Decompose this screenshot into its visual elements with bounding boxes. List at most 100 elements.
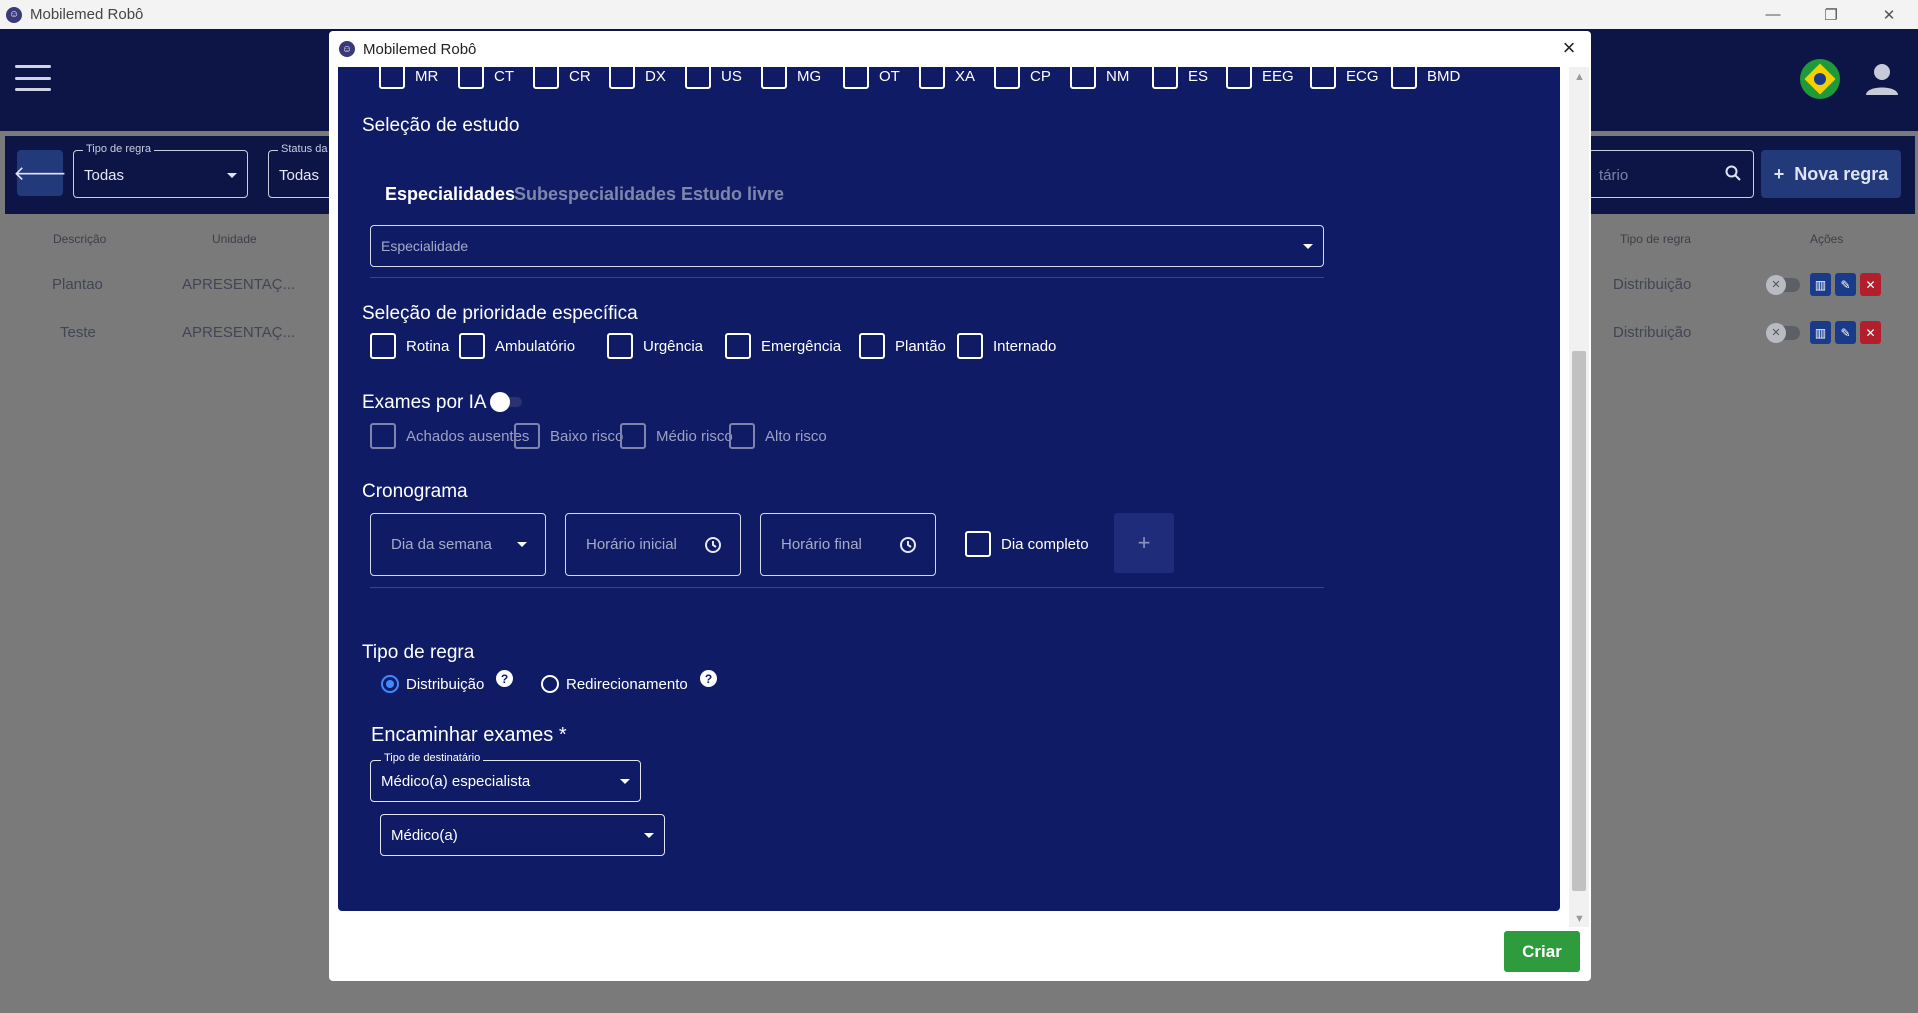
bank-icon[interactable]: ▥ bbox=[1810, 321, 1831, 344]
tab-especialidades[interactable]: Especialidades bbox=[385, 184, 515, 205]
modality-checkbox-cr[interactable]: CR bbox=[533, 67, 591, 89]
rule-type-filter[interactable]: Tipo de regra Todas bbox=[73, 143, 248, 198]
ai-checkbox-achados-ausentes[interactable]: Achados ausentes bbox=[370, 423, 529, 449]
column-header-actions: Ações bbox=[1810, 232, 1844, 246]
chevron-down-icon bbox=[620, 779, 630, 784]
chevron-down-icon bbox=[227, 173, 237, 178]
bank-icon[interactable]: ▥ bbox=[1810, 273, 1831, 296]
close-modal-button[interactable]: × bbox=[1557, 37, 1581, 61]
modality-checkbox-eeg[interactable]: EEG bbox=[1226, 67, 1294, 89]
add-schedule-button[interactable]: + bbox=[1114, 513, 1174, 573]
clock-icon bbox=[705, 537, 721, 553]
modality-checkbox-ecg[interactable]: ECG bbox=[1310, 67, 1379, 89]
table-row-description: Teste bbox=[60, 324, 96, 341]
table-row-unit: APRESENTAÇ... bbox=[182, 276, 296, 293]
edit-pencil-icon[interactable]: ✎ bbox=[1835, 321, 1856, 344]
modality-checkbox-ot[interactable]: OT bbox=[843, 67, 900, 89]
new-rule-button[interactable]: + Nova regra bbox=[1761, 150, 1901, 198]
close-window-button[interactable]: ✕ bbox=[1860, 0, 1918, 29]
schedule-title: Cronograma bbox=[362, 481, 468, 502]
column-header-description[interactable]: Descrição bbox=[53, 232, 106, 246]
arrow-up-icon[interactable]: ▲ bbox=[1574, 71, 1585, 83]
divider bbox=[370, 587, 1324, 588]
priority-checkbox-ambulatorio[interactable]: Ambulatório bbox=[459, 333, 575, 359]
full-day-checkbox[interactable]: Dia completo bbox=[965, 531, 1089, 557]
modality-checkbox-nm[interactable]: NM bbox=[1070, 67, 1129, 89]
priority-checkbox-emergencia[interactable]: Emergência bbox=[725, 333, 841, 359]
priority-checkbox-rotina[interactable]: Rotina bbox=[370, 333, 449, 359]
chevron-down-icon bbox=[644, 833, 654, 838]
brazil-flag-icon[interactable] bbox=[1800, 59, 1840, 99]
modality-checkbox-xa[interactable]: XA bbox=[919, 67, 975, 89]
arrow-down-icon[interactable]: ▼ bbox=[1574, 913, 1585, 925]
table-row-rule-type: Distribuição bbox=[1613, 276, 1692, 293]
modal-titlebar: ☺ Mobilemed Robô × bbox=[329, 31, 1591, 67]
modality-checkbox-mr[interactable]: MR bbox=[379, 67, 438, 89]
plus-icon: + bbox=[1773, 163, 1785, 184]
ai-exams-title: Exames por IA bbox=[362, 392, 487, 413]
weekday-select[interactable]: Dia da semana bbox=[370, 513, 546, 576]
study-selection-title: Seleção de estudo bbox=[362, 115, 520, 136]
rule-type-panel: Tipo de regra Distribuição ? Redireciona… bbox=[338, 606, 1560, 911]
rule-type-title: Tipo de regra bbox=[362, 642, 475, 663]
ai-checkbox-medio-risco[interactable]: Médio risco bbox=[620, 423, 733, 449]
filters-panel: MR CT CR DX US MG OT XA CP NM ES EEG ECG… bbox=[338, 67, 1560, 617]
doctor-select[interactable]: Médico(a) bbox=[380, 814, 665, 856]
priority-title: Seleção de prioridade específica bbox=[362, 303, 638, 324]
chevron-down-icon bbox=[1303, 244, 1313, 249]
column-header-rule-type[interactable]: Tipo de regra bbox=[1620, 232, 1691, 246]
close-icon: ✕ bbox=[1766, 274, 1786, 295]
os-titlebar: ☺ Mobilemed Robô — ❐ ✕ bbox=[0, 0, 1918, 29]
scrollbar-thumb[interactable] bbox=[1572, 351, 1586, 891]
radio-redirecionamento[interactable]: Redirecionamento bbox=[541, 675, 688, 693]
active-toggle[interactable]: ✕ bbox=[1766, 322, 1800, 343]
priority-checkbox-internado[interactable]: Internado bbox=[957, 333, 1056, 359]
maximize-button[interactable]: ❐ bbox=[1802, 0, 1860, 29]
modal-title: Mobilemed Robô bbox=[363, 40, 477, 58]
user-avatar-icon[interactable] bbox=[1862, 59, 1902, 99]
modality-checkbox-cp[interactable]: CP bbox=[994, 67, 1051, 89]
table-row-rule-type: Distribuição bbox=[1613, 324, 1692, 341]
back-arrow-button[interactable]: 🡐 bbox=[13, 150, 67, 196]
active-toggle[interactable]: ✕ bbox=[1766, 274, 1800, 295]
column-header-unit[interactable]: Unidade bbox=[212, 232, 257, 246]
search-input[interactable]: tário bbox=[1588, 150, 1754, 198]
create-button[interactable]: Criar bbox=[1504, 931, 1580, 972]
divider bbox=[370, 277, 1324, 278]
delete-icon[interactable]: ✕ bbox=[1860, 321, 1881, 344]
modality-checkbox-mg[interactable]: MG bbox=[761, 67, 821, 89]
modal-scrollbar[interactable]: ▲ ▼ bbox=[1569, 67, 1589, 927]
radio-distribuicao[interactable]: Distribuição bbox=[381, 675, 484, 693]
ai-checkbox-alto-risco[interactable]: Alto risco bbox=[729, 423, 827, 449]
create-rule-modal: ☺ Mobilemed Robô × MR CT CR DX US MG OT … bbox=[329, 31, 1591, 981]
close-icon: ✕ bbox=[1766, 322, 1786, 343]
ai-exams-toggle[interactable] bbox=[490, 392, 522, 412]
clock-icon bbox=[900, 537, 916, 553]
modality-checkbox-es[interactable]: ES bbox=[1152, 67, 1208, 89]
search-icon bbox=[1725, 165, 1741, 181]
tab-subespecialidades[interactable]: Subespecialidades bbox=[514, 184, 676, 205]
help-icon[interactable]: ? bbox=[700, 670, 717, 687]
specialty-select[interactable]: Especialidade bbox=[370, 225, 1324, 267]
ai-checkbox-baixo-risco[interactable]: Baixo risco bbox=[514, 423, 623, 449]
edit-pencil-icon[interactable]: ✎ bbox=[1835, 273, 1856, 296]
help-icon[interactable]: ? bbox=[496, 670, 513, 687]
start-time-input[interactable]: Horário inicial bbox=[565, 513, 741, 576]
table-row-description: Plantao bbox=[52, 276, 103, 293]
modality-checkbox-ct[interactable]: CT bbox=[458, 67, 514, 89]
priority-checkbox-urgencia[interactable]: Urgência bbox=[607, 333, 703, 359]
modality-checkbox-bmd[interactable]: BMD bbox=[1391, 67, 1460, 89]
minimize-button[interactable]: — bbox=[1744, 0, 1802, 29]
hamburger-menu-icon[interactable] bbox=[15, 65, 51, 91]
end-time-input[interactable]: Horário final bbox=[760, 513, 936, 576]
app-logo-icon: ☺ bbox=[6, 6, 22, 23]
priority-checkbox-plantao[interactable]: Plantão bbox=[859, 333, 946, 359]
recipient-type-select[interactable]: Tipo de destinatário Médico(a) especiali… bbox=[370, 752, 641, 802]
tab-estudo-livre[interactable]: Estudo livre bbox=[681, 184, 784, 205]
table-row-actions: ✕ ▥ ✎ ✕ bbox=[1766, 273, 1881, 296]
delete-icon[interactable]: ✕ bbox=[1860, 273, 1881, 296]
modality-checkbox-us[interactable]: US bbox=[685, 67, 742, 89]
modality-checkbox-dx[interactable]: DX bbox=[609, 67, 666, 89]
table-row-unit: APRESENTAÇ... bbox=[182, 324, 296, 341]
chevron-down-icon bbox=[517, 542, 527, 547]
